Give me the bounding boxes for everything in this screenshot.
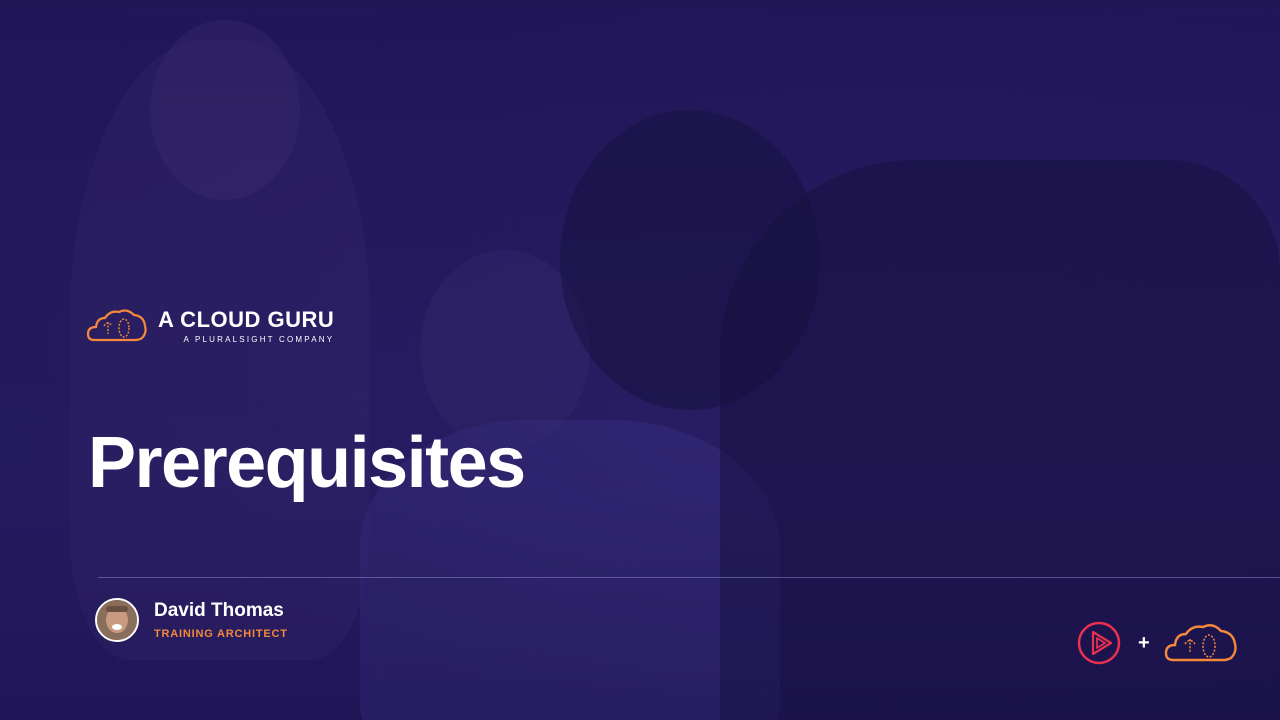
a-cloud-guru-logo: A CLOUD GURU A PLURALSIGHT COMPANY (86, 306, 334, 346)
avatar (95, 598, 139, 642)
slide: A CLOUD GURU A PLURALSIGHT COMPANY Prere… (0, 0, 1280, 720)
avatar-image (97, 600, 137, 640)
presenter-info: David Thomas TRAINING ARCHITECT (95, 598, 288, 642)
logo-tagline: A PLURALSIGHT COMPANY (183, 335, 335, 344)
cloud-guru-icon (86, 309, 147, 342)
logo-name: A CLOUD GURU (158, 307, 335, 332)
cloud-guru-icon (1164, 624, 1237, 662)
brand-lockup: + (1076, 620, 1238, 666)
pluralsight-icon (1077, 621, 1121, 665)
plus-sign: + (1138, 632, 1150, 654)
presenter-role: TRAINING ARCHITECT (154, 628, 288, 640)
divider (98, 577, 1280, 578)
slide-title: Prerequisites (88, 423, 526, 503)
presenter-name: David Thomas (154, 600, 284, 621)
